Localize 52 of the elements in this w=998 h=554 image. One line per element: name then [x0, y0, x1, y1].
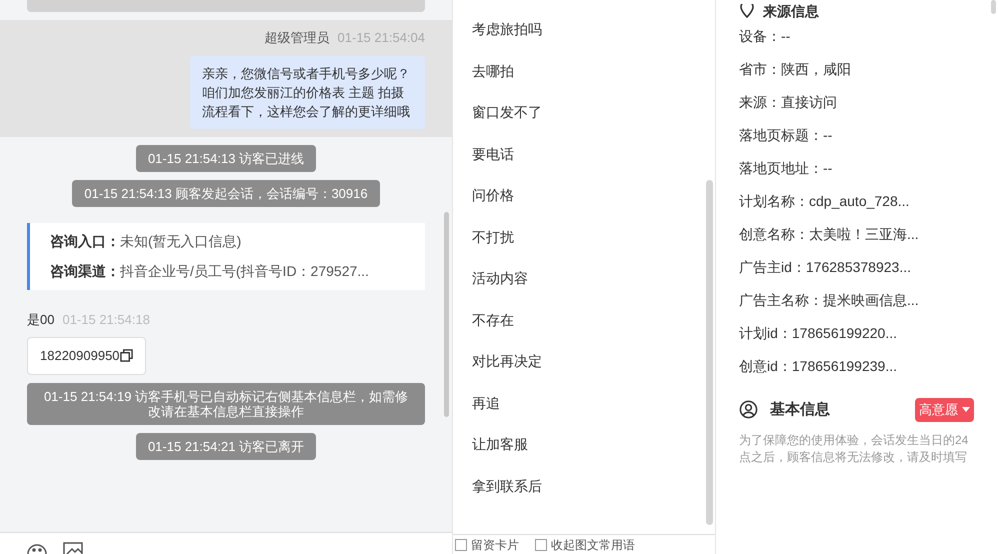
phrase-item[interactable]: 考虑旅拍吗: [472, 19, 715, 39]
phrase-item[interactable]: 让加客服: [472, 434, 715, 454]
info-field: 省市：陕西，咸阳: [739, 59, 984, 79]
checkbox-label: 留资卡片: [471, 536, 519, 554]
phrase-item[interactable]: 再追: [472, 392, 715, 412]
info-field: 创意id：178656199239...: [739, 356, 984, 376]
user-icon: [739, 400, 758, 420]
message-time: 01-15 21:54:18: [62, 310, 150, 328]
section-title: 来源信息: [763, 2, 819, 20]
info-field: 广告主id：176285378923...: [739, 257, 984, 277]
checkbox[interactable]: [455, 538, 467, 550]
checkbox[interactable]: [535, 538, 547, 550]
info-field: 计划id：178656199220...: [739, 323, 984, 343]
phrase-item[interactable]: 窗口发不了: [472, 102, 715, 122]
intent-tag[interactable]: 高意愿: [915, 398, 974, 422]
phrase-item[interactable]: 问价格: [472, 185, 715, 205]
info-value: 抖音企业号/员工号(抖音号ID：279527...: [120, 262, 369, 281]
info-value: 未知(暂无入口信息): [120, 232, 242, 251]
phrase-item[interactable]: 不存在: [472, 310, 715, 330]
message-bubble: 18220909950: [27, 337, 146, 374]
phrase-item[interactable]: 活动内容: [472, 268, 715, 288]
emoji-icon[interactable]: [27, 542, 47, 554]
message-bubble: 亲亲，您微信号或者手机号多少呢？咱们加您发丽江的价格表 主题 拍摄流程看下，这样您会了解的更详细哦: [190, 56, 425, 128]
info-field: 计划名称：cdp_auto_728...: [739, 191, 984, 211]
image-icon[interactable]: [63, 542, 83, 554]
system-notice: 01-15 21:54:19 访客手机号已自动标记右侧基本信息栏，如需修改请在基本信息栏直接操作: [27, 382, 425, 424]
info-field: 落地页标题：--: [739, 125, 984, 145]
system-notice: 01-15 21:54:21 访客已离开: [136, 432, 316, 460]
phrase-item[interactable]: 对比再决定: [472, 351, 715, 371]
notice-text: 为了保障您的使用体验，会话发生当日的24点之后，顾客信息将无法修改，请及时填写: [739, 432, 969, 466]
system-notice: 01-15 21:54:13 访客已进线: [136, 144, 316, 172]
sender-name: 是00: [27, 310, 54, 328]
info-field: 来源：直接访问: [739, 92, 984, 112]
section-title: 基本信息: [770, 400, 830, 420]
info-field: 设备：--: [739, 26, 984, 46]
caret-icon: [962, 407, 970, 412]
copy-icon[interactable]: [120, 349, 133, 362]
phrase-item[interactable]: 要电话: [472, 144, 715, 164]
info-field: 广告主名称：提米映画信息...: [739, 290, 984, 310]
info-field: 创意名称：太美啦！三亚海...: [739, 224, 984, 244]
system-notice: 01-15 21:54:13 顾客发起会话，会话编号：30916: [72, 180, 380, 206]
phrase-item[interactable]: 拿到联系后: [472, 476, 715, 496]
scrollbar: [991, 0, 996, 14]
sender-name: 超级管理员: [264, 29, 330, 47]
phrase-item[interactable]: 不打扰: [472, 226, 715, 246]
info-label: 咨询渠道：: [50, 262, 120, 280]
checkbox-label: 收起图文常用语: [551, 536, 635, 554]
location-icon: [739, 4, 755, 18]
message-time: 01-15 21:54:04: [338, 29, 425, 47]
phrase-item[interactable]: 去哪拍: [472, 60, 715, 80]
info-field: 落地页地址：--: [739, 158, 984, 178]
info-label: 咨询入口：: [50, 232, 120, 250]
